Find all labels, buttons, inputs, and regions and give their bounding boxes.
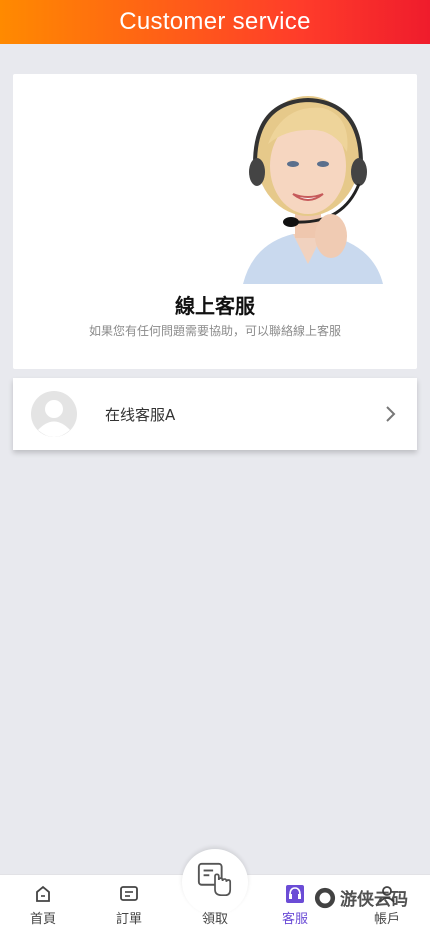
watermark-text: 游侠云码 <box>340 890 408 910</box>
default-avatar-icon <box>31 391 77 437</box>
app-header: Customer service <box>0 0 430 44</box>
watermark: 游侠云码 <box>314 885 408 910</box>
order-icon <box>120 886 138 901</box>
claim-button-bubble[interactable] <box>182 849 248 915</box>
watermark-logo-icon <box>314 887 336 908</box>
chevron-right-icon <box>386 406 396 422</box>
agent-name: 在线客服A <box>105 406 176 424</box>
hand-tap-icon <box>197 862 232 897</box>
home-icon <box>36 885 50 902</box>
tab-orders[interactable]: 訂單 <box>86 875 172 932</box>
tab-home[interactable]: 首頁 <box>0 875 86 932</box>
tab-service-label: 客服 <box>281 912 308 927</box>
agent-list-item[interactable]: 在线客服A <box>13 378 417 450</box>
headset-icon <box>286 885 304 903</box>
tab-home-label: 首頁 <box>29 912 56 927</box>
online-service-card: 線上客服 如果您有任何問題需要協助，可以聯絡線上客服 <box>13 74 417 369</box>
support-agent-photo <box>243 96 383 284</box>
tab-orders-label: 訂單 <box>115 912 142 927</box>
page-title: Customer service <box>119 8 311 35</box>
tab-claim-label[interactable]: 領取 <box>172 908 258 927</box>
service-subtitle: 如果您有任何問題需要協助，可以聯絡線上客服 <box>88 324 341 338</box>
tab-account-label: 帳戶 <box>373 912 400 927</box>
service-title: 線上客服 <box>175 294 255 318</box>
